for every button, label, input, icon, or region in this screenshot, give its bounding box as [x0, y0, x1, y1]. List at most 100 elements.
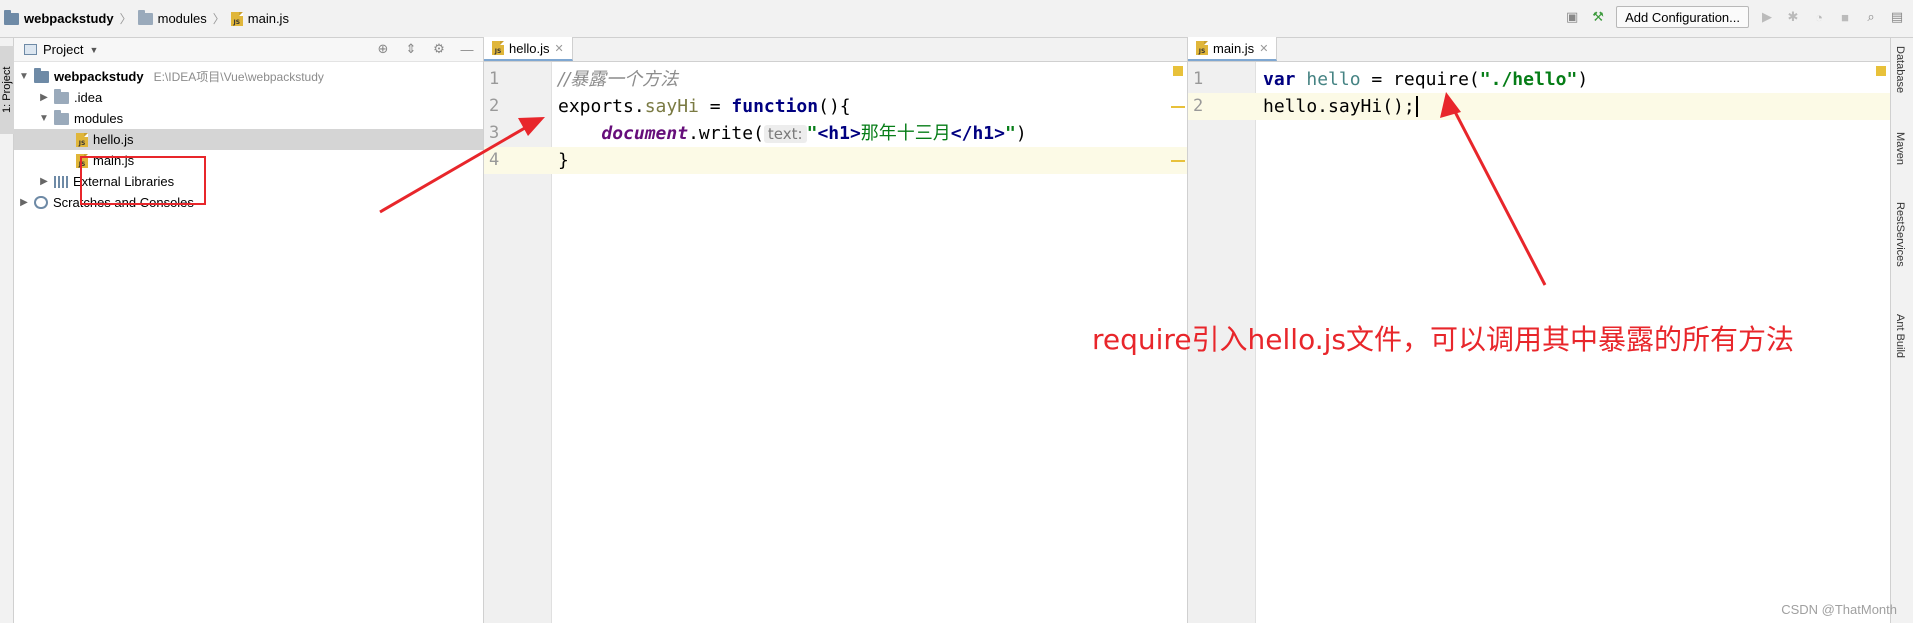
breadcrumb-folder[interactable]: modules	[137, 9, 207, 26]
navigation-bar: webpackstudy 〉 modules 〉 JS main.js ▣ ⚒ A…	[0, 0, 1913, 38]
code-string: 那年十三月	[860, 123, 951, 144]
coverage-icon[interactable]: ◔	[1811, 9, 1827, 25]
minimize-icon[interactable]: —	[459, 41, 475, 57]
rest-services-tool-button[interactable]: RestServices	[1894, 202, 1906, 267]
tree-item-external-libraries[interactable]: ▶ External Libraries	[14, 171, 483, 192]
code-line: document.write(text: "<h1>那年十三月</h1>")	[552, 120, 1187, 147]
chevron-right-icon[interactable]: ▶	[18, 197, 30, 208]
code-line: var hello = require("./hello")	[1256, 66, 1890, 93]
gutter: 1 2 3 4	[484, 62, 552, 623]
tree-item-modules[interactable]: ▼ modules	[14, 108, 483, 129]
library-icon	[54, 175, 68, 188]
right-tool-strip: Database Maven RestServices Ant Build	[1890, 38, 1913, 623]
tree-item-label: External Libraries	[73, 174, 175, 189]
gear-icon[interactable]: ⚙	[431, 41, 447, 57]
breadcrumb-file[interactable]: JS main.js	[230, 11, 289, 26]
code-keyword: function	[731, 96, 819, 117]
code-token: exports.	[558, 96, 645, 117]
code-string: "	[1004, 123, 1016, 144]
code-string: "./hello"	[1479, 69, 1578, 90]
scroll-marker	[1171, 106, 1185, 108]
tree-item-main-js[interactable]: JS main.js	[14, 150, 483, 171]
code-area[interactable]: var hello = require("./hello") hello.say…	[1256, 62, 1890, 120]
line-number: 2	[489, 96, 500, 116]
chevron-down-icon[interactable]: ▼	[18, 71, 30, 82]
code-line: hello.sayHi();	[1256, 93, 1890, 120]
debug-icon[interactable]: ✱	[1785, 9, 1801, 25]
collapse-all-icon[interactable]: ⇕	[403, 41, 419, 57]
annotation-text: require引入hello.js文件，可以调用其中暴露的所有方法	[1092, 323, 1794, 356]
code-token: sayHi	[644, 96, 699, 117]
chevron-down-icon[interactable]: ▼	[38, 113, 50, 124]
project-panel: Project ▼ ⊕ ⇕ ⚙ — ▼ webpackstudy E:\IDEA…	[14, 38, 484, 623]
watermark: CSDN @ThatMonth	[1781, 602, 1897, 617]
breadcrumb-project[interactable]: webpackstudy	[4, 9, 114, 26]
code-token: )	[1015, 123, 1027, 144]
tool-windows-icon[interactable]: ▤	[1889, 9, 1905, 25]
code-token: hello.sayHi();	[1263, 96, 1415, 117]
line-number: 3	[489, 123, 500, 143]
code-token: document	[601, 123, 689, 144]
project-tool-button[interactable]: 1: Project	[0, 46, 14, 134]
layout-icon[interactable]: ▣	[1564, 9, 1580, 25]
code-string: "	[806, 123, 818, 144]
tree-item-label: modules	[74, 111, 124, 126]
ant-build-tool-button[interactable]: Ant Build	[1894, 314, 1906, 358]
chevron-down-icon[interactable]: ▼	[89, 45, 98, 55]
left-tool-strip: 1: Project	[0, 38, 14, 623]
folder-icon	[137, 9, 153, 25]
tab-hello-js[interactable]: JS hello.js ✕	[484, 37, 573, 61]
code-token: .write(	[688, 123, 764, 144]
chevron-right-icon[interactable]: ▶	[38, 92, 50, 103]
tree-item-label: Scratches and Consoles	[53, 195, 194, 210]
code-token: hello	[1295, 69, 1361, 90]
folder-icon	[34, 67, 49, 83]
search-icon[interactable]: ⌕	[1863, 9, 1879, 25]
tab-main-js[interactable]: JS main.js ✕	[1188, 37, 1278, 61]
code-token: )	[1577, 69, 1589, 90]
close-icon[interactable]: ✕	[554, 42, 563, 55]
locate-icon[interactable]: ⊕	[375, 41, 391, 57]
parameter-hint: text:	[763, 125, 807, 143]
js-file-icon: JS	[230, 11, 243, 26]
stop-icon[interactable]: ■	[1837, 9, 1853, 25]
tree-item-root[interactable]: ▼ webpackstudy E:\IDEA项目\Vue\webpackstud…	[14, 66, 483, 87]
code-tag: </h1>	[950, 123, 1005, 144]
editor-tab-bar: JS main.js ✕	[1188, 37, 1890, 62]
js-file-icon: JS	[76, 132, 88, 147]
folder-icon	[54, 88, 69, 104]
code-comment: //暴露一个方法	[558, 69, 679, 90]
tree-item-scratches[interactable]: ▶ Scratches and Consoles	[14, 192, 483, 213]
warning-marker[interactable]	[1173, 66, 1183, 76]
tab-label: main.js	[1213, 40, 1255, 56]
build-hammer-icon[interactable]: ⚒	[1590, 9, 1606, 25]
chevron-right-icon[interactable]: ▶	[38, 176, 50, 187]
scratches-icon	[34, 196, 48, 209]
folder-icon	[54, 109, 69, 125]
tree-item-label: webpackstudy	[54, 69, 144, 84]
js-file-icon: JS	[76, 153, 88, 168]
line-number: 2	[1188, 93, 1256, 120]
close-icon[interactable]: ✕	[1259, 42, 1268, 55]
add-configuration-button[interactable]: Add Configuration...	[1616, 6, 1749, 28]
code-token: (){	[818, 96, 851, 117]
database-tool-button[interactable]: Database	[1894, 46, 1906, 93]
project-view-selector[interactable]: Project	[43, 42, 83, 57]
editor-hello-js: JS hello.js ✕ 1 2 3 4 //暴露一个方法 exports.s…	[484, 37, 1188, 623]
code-token: =	[698, 96, 732, 117]
project-view-icon	[24, 44, 37, 55]
warning-marker[interactable]	[1876, 66, 1886, 76]
breadcrumb-file-label: main.js	[247, 11, 289, 26]
run-icon[interactable]: ▶	[1759, 9, 1775, 25]
project-panel-header: Project ▼ ⊕ ⇕ ⚙ —	[14, 38, 483, 62]
tree-item-hello-js[interactable]: JS hello.js	[14, 129, 483, 150]
tree-item-idea[interactable]: ▶ .idea	[14, 87, 483, 108]
chevron-right-icon: 〉	[119, 12, 132, 26]
code-area[interactable]: //暴露一个方法 exports.sayHi = function(){ doc…	[552, 62, 1187, 174]
code-line: exports.sayHi = function(){	[552, 93, 1187, 120]
tree-item-label: .idea	[74, 90, 103, 105]
project-tree: ▼ webpackstudy E:\IDEA项目\Vue\webpackstud…	[14, 62, 483, 213]
maven-tool-button[interactable]: Maven	[1894, 132, 1906, 165]
line-number: 4	[484, 147, 552, 174]
